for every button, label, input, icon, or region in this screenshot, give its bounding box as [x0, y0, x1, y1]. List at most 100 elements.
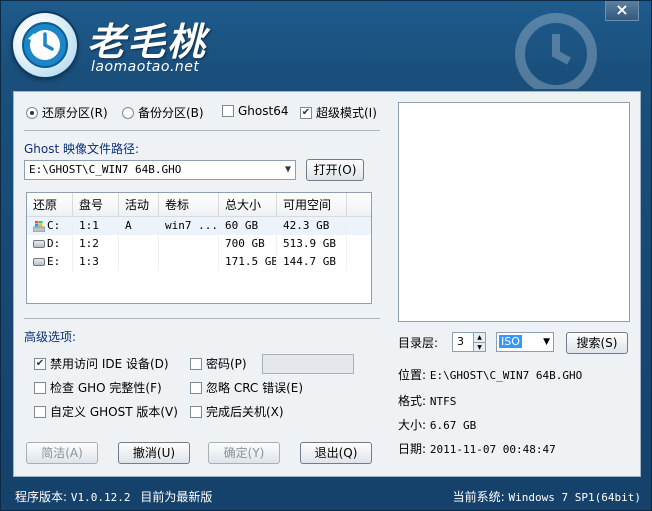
status-bar: 程序版本: V1.0.12.2 目前为最新版 当前系统: Windows 7 S…	[1, 485, 651, 509]
divider	[24, 130, 380, 131]
disable-ide-option[interactable]: 禁用访问 IDE 设备(D)	[34, 355, 169, 372]
col-total[interactable]: 总大小	[219, 193, 277, 216]
depth-label: 目录层:	[398, 336, 439, 350]
image-path-value: E:\GHOST\C_WIN7 64B.GHO	[29, 163, 182, 176]
col-label[interactable]: 卷标	[159, 193, 219, 216]
table-header: 还原 盘号 活动 卷标 总大小 可用空间	[27, 193, 371, 217]
mode-backup[interactable]: 备份分区(B)	[122, 104, 204, 121]
password-label: 密码(P)	[206, 357, 247, 371]
format-info: 格式: NTFS	[398, 392, 456, 409]
search-button[interactable]: 搜索(S)	[566, 332, 628, 354]
location-label: 位置:	[398, 368, 427, 382]
ghost64-label: Ghost64	[238, 104, 289, 118]
check-gho-label: 检查 GHO 完整性(F)	[50, 381, 162, 395]
col-disk[interactable]: 盘号	[73, 193, 119, 216]
undo-button[interactable]: 撤消(U)	[118, 442, 190, 464]
version-label: 程序版本:	[15, 490, 68, 504]
image-path-label: Ghost 映像文件路径:	[24, 142, 140, 156]
main-panel: 还原分区(R) 备份分区(B) Ghost64 超级模式(I) Ghost 映像…	[13, 91, 641, 477]
password-input[interactable]	[262, 354, 354, 374]
windows-icon	[33, 220, 45, 232]
disk-number: 1:1	[73, 217, 119, 235]
volume-label: win7 ...	[159, 217, 219, 235]
logo-url: laomaotao.net	[91, 59, 200, 75]
exit-button[interactable]: 退出(Q)	[300, 442, 372, 464]
active-flag: A	[119, 217, 159, 235]
divider	[24, 318, 380, 319]
ghost64-checkbox[interactable]	[222, 105, 234, 117]
drive-letter: C:	[47, 219, 61, 232]
backup-label: 备份分区(B)	[138, 106, 204, 120]
drive-letter: D:	[47, 237, 61, 250]
clock-watermark-icon	[515, 13, 597, 89]
free-space: 144.7 GB	[277, 253, 347, 271]
ignore-crc-checkbox[interactable]	[190, 381, 202, 394]
size-info: 大小: 6.67 GB	[398, 416, 476, 433]
col-active[interactable]: 活动	[119, 193, 159, 216]
system-label: 当前系统:	[452, 490, 505, 504]
open-button[interactable]: 打开(O)	[306, 159, 364, 181]
version-note: 目前为最新版	[140, 490, 213, 504]
restore-radio[interactable]	[26, 106, 38, 119]
stepper-down-icon[interactable]: ▼	[473, 342, 485, 351]
partition-table: 还原 盘号 活动 卷标 总大小 可用空间 C: 1:1 A win7 ... 6…	[26, 192, 372, 304]
size-label: 大小:	[398, 418, 427, 432]
logo-icon	[13, 13, 77, 77]
depth-stepper[interactable]: 3 ▲ ▼	[452, 332, 486, 352]
col-restore[interactable]: 还原	[27, 193, 73, 216]
file-type-select[interactable]: ISO ▼	[496, 332, 554, 352]
volume-label	[159, 253, 219, 271]
clean-button[interactable]: 简洁(A)	[26, 442, 98, 464]
close-button[interactable]: ×	[605, 1, 639, 21]
stepper-up-icon[interactable]: ▲	[473, 333, 485, 342]
custom-ghost-label: 自定义 GHOST 版本(V)	[50, 405, 178, 419]
date-label: 日期:	[398, 442, 427, 456]
total-size: 60 GB	[219, 217, 277, 235]
version-value: V1.0.12.2	[70, 491, 131, 504]
format-value: NTFS	[429, 395, 457, 408]
size-value: 6.67 GB	[429, 419, 477, 432]
depth-value: 3	[457, 335, 464, 348]
ghost64-option[interactable]: Ghost64	[222, 104, 288, 118]
shutdown-label: 完成后关机(X)	[206, 405, 284, 419]
location-info: 位置: E:\GHOST\C_WIN7 64B.GHO	[398, 366, 582, 383]
disable-ide-checkbox[interactable]	[34, 357, 46, 370]
image-path-select[interactable]: E:\GHOST\C_WIN7 64B.GHO ▼	[24, 160, 296, 180]
custom-ghost-option[interactable]: 自定义 GHOST 版本(V)	[34, 403, 178, 420]
col-free[interactable]: 可用空间	[277, 193, 347, 216]
password-checkbox[interactable]	[190, 357, 202, 370]
confirm-button[interactable]: 确定(Y)	[208, 442, 280, 464]
drive-letter: E:	[47, 255, 61, 268]
mode-restore[interactable]: 还原分区(R)	[26, 104, 108, 121]
system-value: Windows 7 SP1(64bit)	[508, 491, 641, 504]
super-mode-checkbox[interactable]	[300, 106, 312, 119]
super-mode-option[interactable]: 超级模式(I)	[300, 104, 377, 121]
free-space: 513.9 GB	[277, 235, 347, 253]
ignore-crc-label: 忽略 CRC 错误(E)	[206, 381, 304, 395]
check-gho-option[interactable]: 检查 GHO 完整性(F)	[34, 379, 162, 396]
shutdown-option[interactable]: 完成后关机(X)	[190, 403, 284, 420]
disable-ide-label: 禁用访问 IDE 设备(D)	[50, 357, 169, 371]
check-gho-checkbox[interactable]	[34, 381, 46, 394]
date-info: 日期: 2011-11-07 00:48:47	[398, 440, 556, 457]
chevron-down-icon[interactable]: ▼	[285, 163, 291, 177]
custom-ghost-checkbox[interactable]	[34, 405, 46, 418]
table-row[interactable]: E: 1:3 171.5 GB 144.7 GB	[27, 253, 371, 271]
location-value: E:\GHOST\C_WIN7 64B.GHO	[429, 369, 583, 382]
ignore-crc-option[interactable]: 忽略 CRC 错误(E)	[190, 379, 303, 396]
restore-label: 还原分区(R)	[42, 106, 108, 120]
chevron-down-icon[interactable]: ▼	[543, 333, 550, 351]
password-option[interactable]: 密码(P)	[190, 355, 247, 372]
shutdown-checkbox[interactable]	[190, 405, 202, 418]
table-row[interactable]: D: 1:2 700 GB 513.9 GB	[27, 235, 371, 253]
disk-number: 1:2	[73, 235, 119, 253]
table-row[interactable]: C: 1:1 A win7 ... 60 GB 42.3 GB	[27, 217, 371, 235]
disk-number: 1:3	[73, 253, 119, 271]
header: 老毛桃 laomaotao.net ×	[1, 1, 651, 91]
total-size: 171.5 GB	[219, 253, 277, 271]
super-mode-label: 超级模式(I)	[316, 106, 377, 120]
disk-icon	[33, 240, 45, 248]
backup-radio[interactable]	[122, 106, 134, 119]
date-value: 2011-11-07 00:48:47	[429, 443, 556, 456]
main-window: 老毛桃 laomaotao.net × 还原分区(R) 备份分区(B) Ghos…	[0, 0, 652, 511]
